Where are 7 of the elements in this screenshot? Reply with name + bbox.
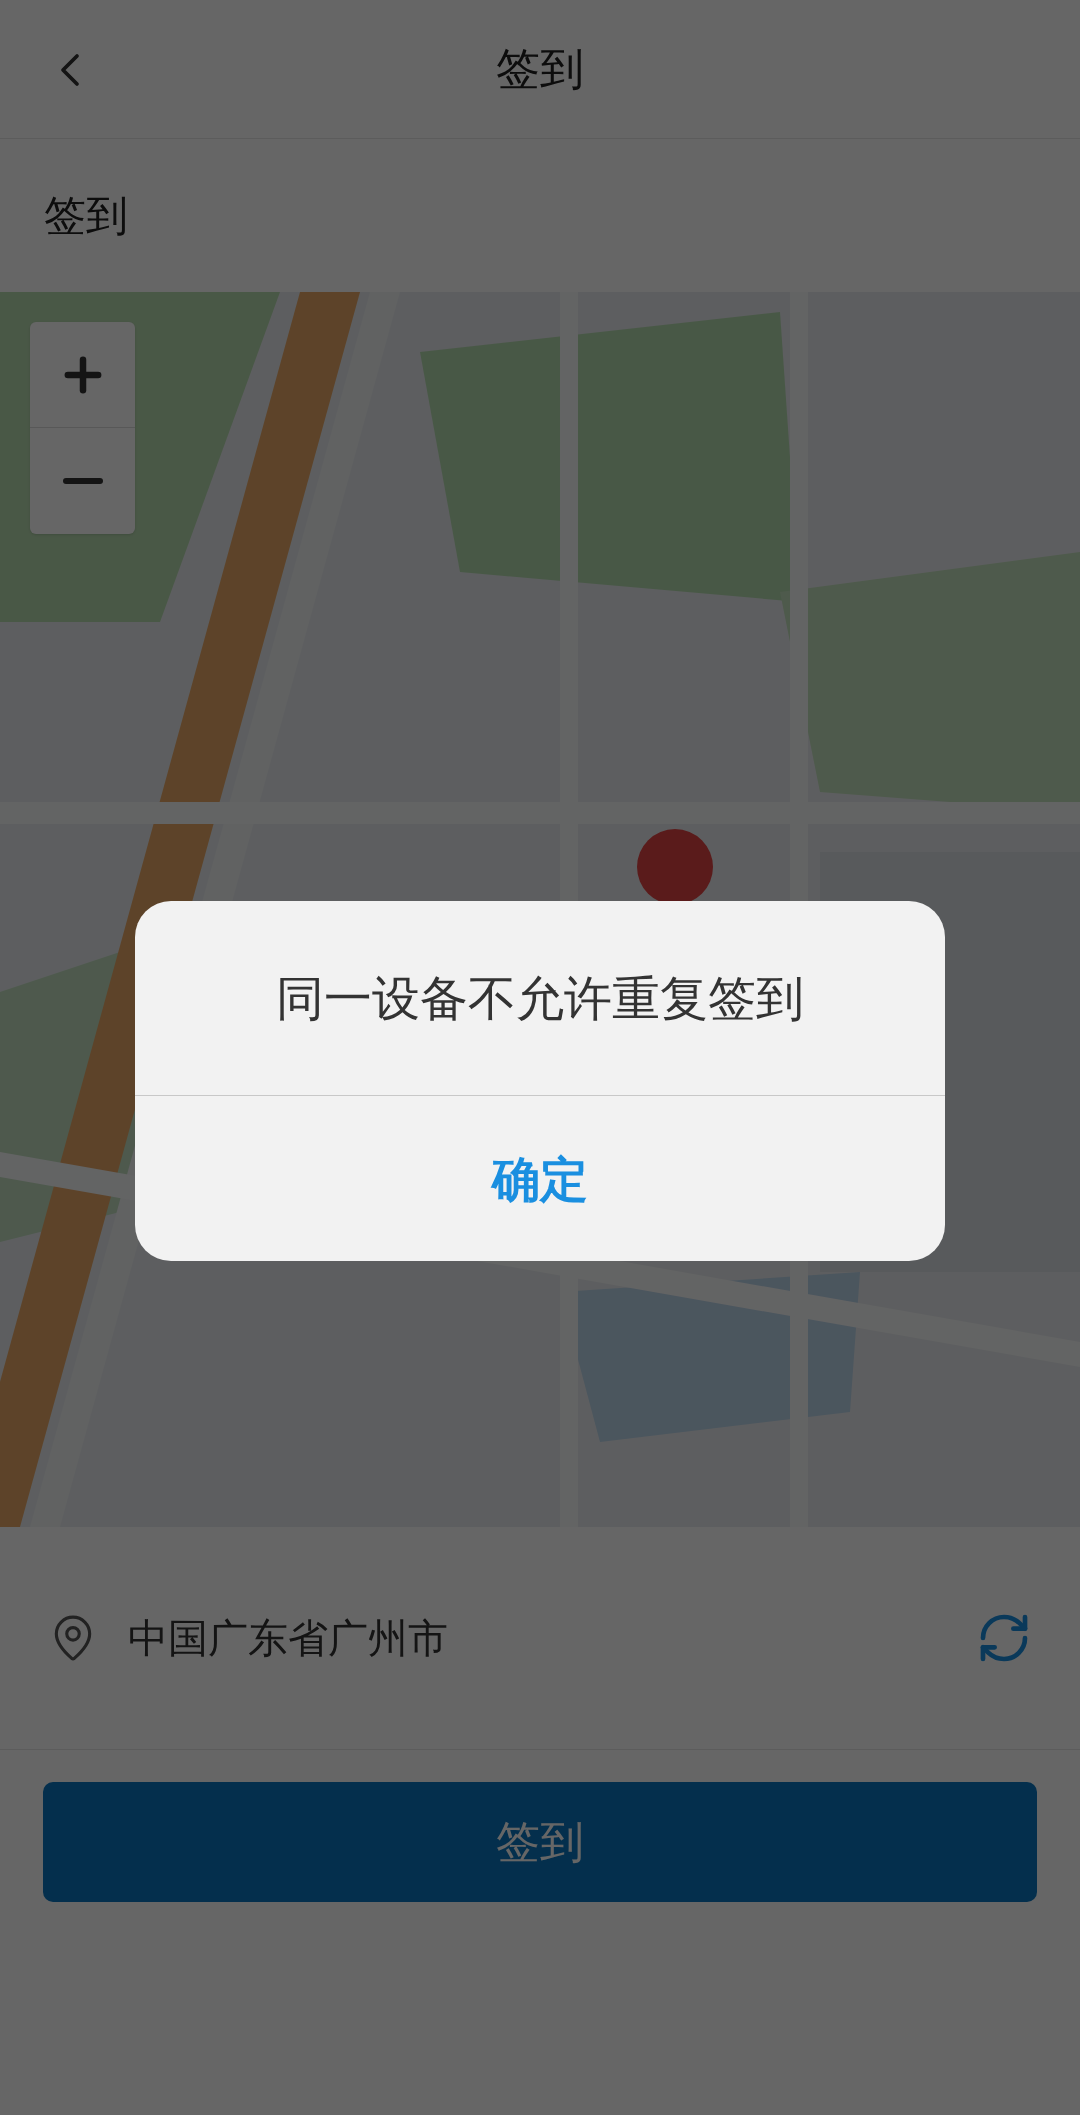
page-title: 签到 bbox=[496, 42, 584, 96]
confirm-button[interactable]: 确定 bbox=[135, 1096, 945, 1261]
checkin-button[interactable]: 签到 bbox=[43, 1782, 1037, 1902]
minus-icon bbox=[62, 478, 103, 484]
dialog-message: 同一设备不允许重复签到 bbox=[276, 969, 804, 1028]
section-label: 签到 bbox=[44, 190, 128, 242]
address-text: 中国广东省广州市 bbox=[128, 1614, 449, 1663]
